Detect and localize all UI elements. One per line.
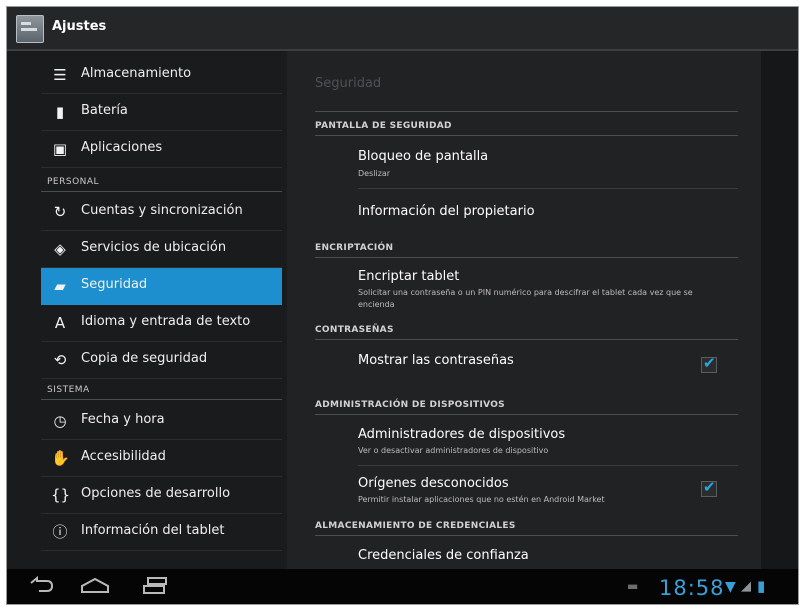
sidebar-item-label: Accesibilidad [81,449,166,464]
sidebar-item-desarrollo[interactable]: {} Opciones de desarrollo [41,477,282,514]
sidebar-item-label: Batería [81,103,128,118]
checkmark-icon: ✔ [703,478,716,496]
title-divider [315,111,738,112]
action-bar: Ajustes [7,7,798,51]
sidebar-item-aplicaciones[interactable]: ▣ Aplicaciones [41,131,282,168]
sidebar-item-accesibilidad[interactable]: ✋ Accesibilidad [41,440,282,477]
pref-title: Credenciales de confianza [358,548,529,563]
sidebar-item-info-tablet[interactable]: ⓘ Información del tablet [41,514,282,551]
pref-subtitle: Deslizar [358,169,391,178]
pref-title: Orígenes desconocidos [358,476,509,491]
show-passwords-checkbox[interactable]: ✔ [701,354,717,373]
system-navigation-bar: ▬ 18:58 ▼ ◢ ▮ [7,569,798,604]
section-divider [315,257,738,258]
section-header-contrasenas: CONTRASEÑAS [315,325,394,335]
section-divider [315,339,738,340]
sidebar-item-label: Servicios de ubicación [81,240,227,255]
section-divider [315,135,738,136]
section-divider [315,414,738,415]
hand-icon: ✋ [51,449,70,467]
app-title: Ajustes [52,19,107,34]
recents-icon[interactable] [142,576,170,599]
section-divider [315,535,738,536]
sidebar-item-label: Copia de seguridad [81,351,208,366]
status-clock: 18:58 [659,576,725,600]
battery-status-icon: ▮ [757,577,766,595]
location-icon: ◈ [54,240,66,258]
sidebar-item-label: Aplicaciones [81,140,163,155]
section-divider [41,399,282,400]
section-header-credenciales: ALMACENAMIENTO DE CREDENCIALES [315,521,516,531]
settings-app-icon[interactable] [16,15,44,43]
storage-icon: ☰ [53,66,67,84]
security-panel: Seguridad PANTALLA DE SEGURIDAD Bloqueo … [287,51,761,569]
sidebar-item-idioma[interactable]: A Idioma y entrada de texto [41,305,282,342]
tablet-screen: Ajustes ☰ Almacenamiento ▮ Batería ▣ Apl… [6,6,799,605]
sidebar-item-label: Seguridad [81,277,148,292]
pref-title: Mostrar las contraseñas [358,353,514,368]
apps-icon: ▣ [52,140,68,158]
sidebar-item-ubicacion[interactable]: ◈ Servicios de ubicación [41,231,282,268]
clock-icon: ◷ [53,412,67,430]
section-header-sistema: SISTEMA [47,385,90,395]
sidebar-item-seguridad[interactable]: ▰ Seguridad [41,268,282,305]
settings-sidebar: ☰ Almacenamiento ▮ Batería ▣ Aplicacione… [7,51,287,569]
row-divider [358,465,738,466]
sidebar-item-label: Fecha y hora [81,412,165,427]
section-header-administracion: ADMINISTRACIÓN DE DISPOSITIVOS [315,400,505,410]
sidebar-item-almacenamiento[interactable]: ☰ Almacenamiento [41,57,282,94]
section-header-personal: PERSONAL [47,177,100,187]
sidebar-item-label: Información del tablet [81,523,225,538]
backup-icon: ⟲ [53,351,67,369]
back-icon[interactable] [27,575,55,599]
home-icon[interactable] [79,576,111,599]
pref-subtitle: Ver o desactivar administradores de disp… [358,446,549,455]
signal-icon: ◢ [741,579,751,594]
pref-title: Información del propietario [358,204,535,219]
sync-icon: ↻ [53,203,67,221]
braces-icon: {} [51,486,71,504]
unknown-sources-checkbox[interactable]: ✔ [701,478,717,497]
wifi-icon: ▼ [725,579,736,595]
pref-title: Encriptar tablet [358,269,460,284]
sidebar-item-label: Idioma y entrada de texto [81,314,251,329]
section-header-encriptacion: ENCRIPTACIÓN [315,243,394,253]
section-header-pantalla: PANTALLA DE SEGURIDAD [315,121,452,131]
page-title: Seguridad [315,76,382,91]
language-icon: A [54,314,66,332]
sidebar-item-copia[interactable]: ⟲ Copia de seguridad [41,342,282,379]
sidebar-item-label: Cuentas y sincronización [81,203,243,218]
row-divider [358,188,738,189]
sidebar-item-bateria[interactable]: ▮ Batería [41,94,282,131]
pref-title: Administradores de dispositivos [358,427,566,442]
section-divider [41,191,282,192]
notification-icon[interactable]: ▬ [627,579,638,593]
sidebar-item-cuentas[interactable]: ↻ Cuentas y sincronización [41,194,282,231]
pref-subtitle: Permitir instalar aplicaciones que no es… [358,495,605,504]
sidebar-item-fecha[interactable]: ◷ Fecha y hora [41,403,282,440]
checkmark-icon: ✔ [703,354,716,372]
sidebar-item-label: Almacenamiento [81,66,192,81]
info-icon: ⓘ [52,523,68,541]
sidebar-item-label: Opciones de desarrollo [81,486,231,501]
pref-title: Bloqueo de pantalla [358,149,489,164]
pref-subtitle: Solicitar una contraseña o un PIN numéri… [358,288,693,309]
battery-icon: ▮ [55,103,65,121]
lock-icon: ▰ [54,277,66,295]
